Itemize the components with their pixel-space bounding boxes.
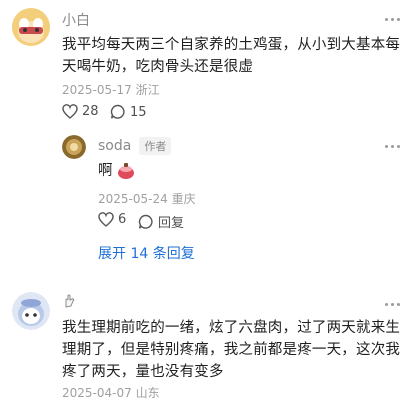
comment-meta: 2025-05-17 浙江 — [62, 81, 160, 98]
reply-more-options-icon[interactable] — [385, 143, 403, 149]
comment-bubble-icon — [110, 104, 126, 120]
reply-like-button[interactable]: 6 — [98, 212, 126, 227]
reply-count-button[interactable]: 15 — [110, 104, 147, 120]
reply-count: 15 — [130, 104, 147, 120]
reply-button[interactable]: 回复 — [138, 212, 184, 231]
avatar[interactable] — [12, 8, 50, 46]
like-button[interactable]: 28 — [62, 104, 99, 119]
expand-replies-link[interactable]: 展开 14 条回复 — [98, 243, 195, 263]
avatar[interactable] — [12, 292, 50, 330]
reply-date: 2025-05-24 — [98, 192, 168, 206]
reply-text: 啊 — [98, 160, 136, 182]
reply-like-count: 6 — [118, 212, 127, 227]
sticker-emoji-icon — [116, 162, 136, 180]
comment-location: 山东 — [135, 386, 160, 400]
reply-avatar[interactable] — [62, 135, 86, 159]
reply-meta: 2025-05-24 重庆 — [98, 190, 196, 207]
reply-button-label: 回复 — [158, 216, 185, 231]
comment-bubble-icon — [138, 214, 154, 230]
username-hand-icon[interactable] — [62, 294, 76, 308]
author-badge: 作者 — [139, 137, 172, 155]
comment-text: 我生理期前吃的一绪，炫了六盘肉，过了两天就来生理期了，但是特别疼痛，我之前都是疼… — [62, 320, 401, 380]
reply-location: 重庆 — [171, 192, 196, 206]
comment-text: 我平均每天两三个自家养的土鸡蛋，从小到大基本每天喝牛奶，吃肉骨头还是很虚 — [62, 37, 401, 75]
comment-meta: 2025-04-07 山东 — [62, 384, 160, 401]
comment-date: 2025-04-07 — [62, 386, 132, 400]
comment-username[interactable]: 小白 — [62, 10, 90, 30]
comment-date: 2025-05-17 — [62, 83, 132, 97]
heart-icon — [98, 212, 114, 227]
more-options-icon[interactable] — [385, 16, 403, 22]
reply-text-content: 啊 — [98, 163, 113, 179]
reply-username[interactable]: soda — [98, 138, 131, 154]
comment-location: 浙江 — [135, 83, 160, 97]
like-count: 28 — [82, 104, 99, 119]
heart-icon — [62, 104, 78, 119]
reply-header: soda 作者 — [98, 137, 172, 155]
more-options-icon[interactable] — [385, 301, 403, 307]
